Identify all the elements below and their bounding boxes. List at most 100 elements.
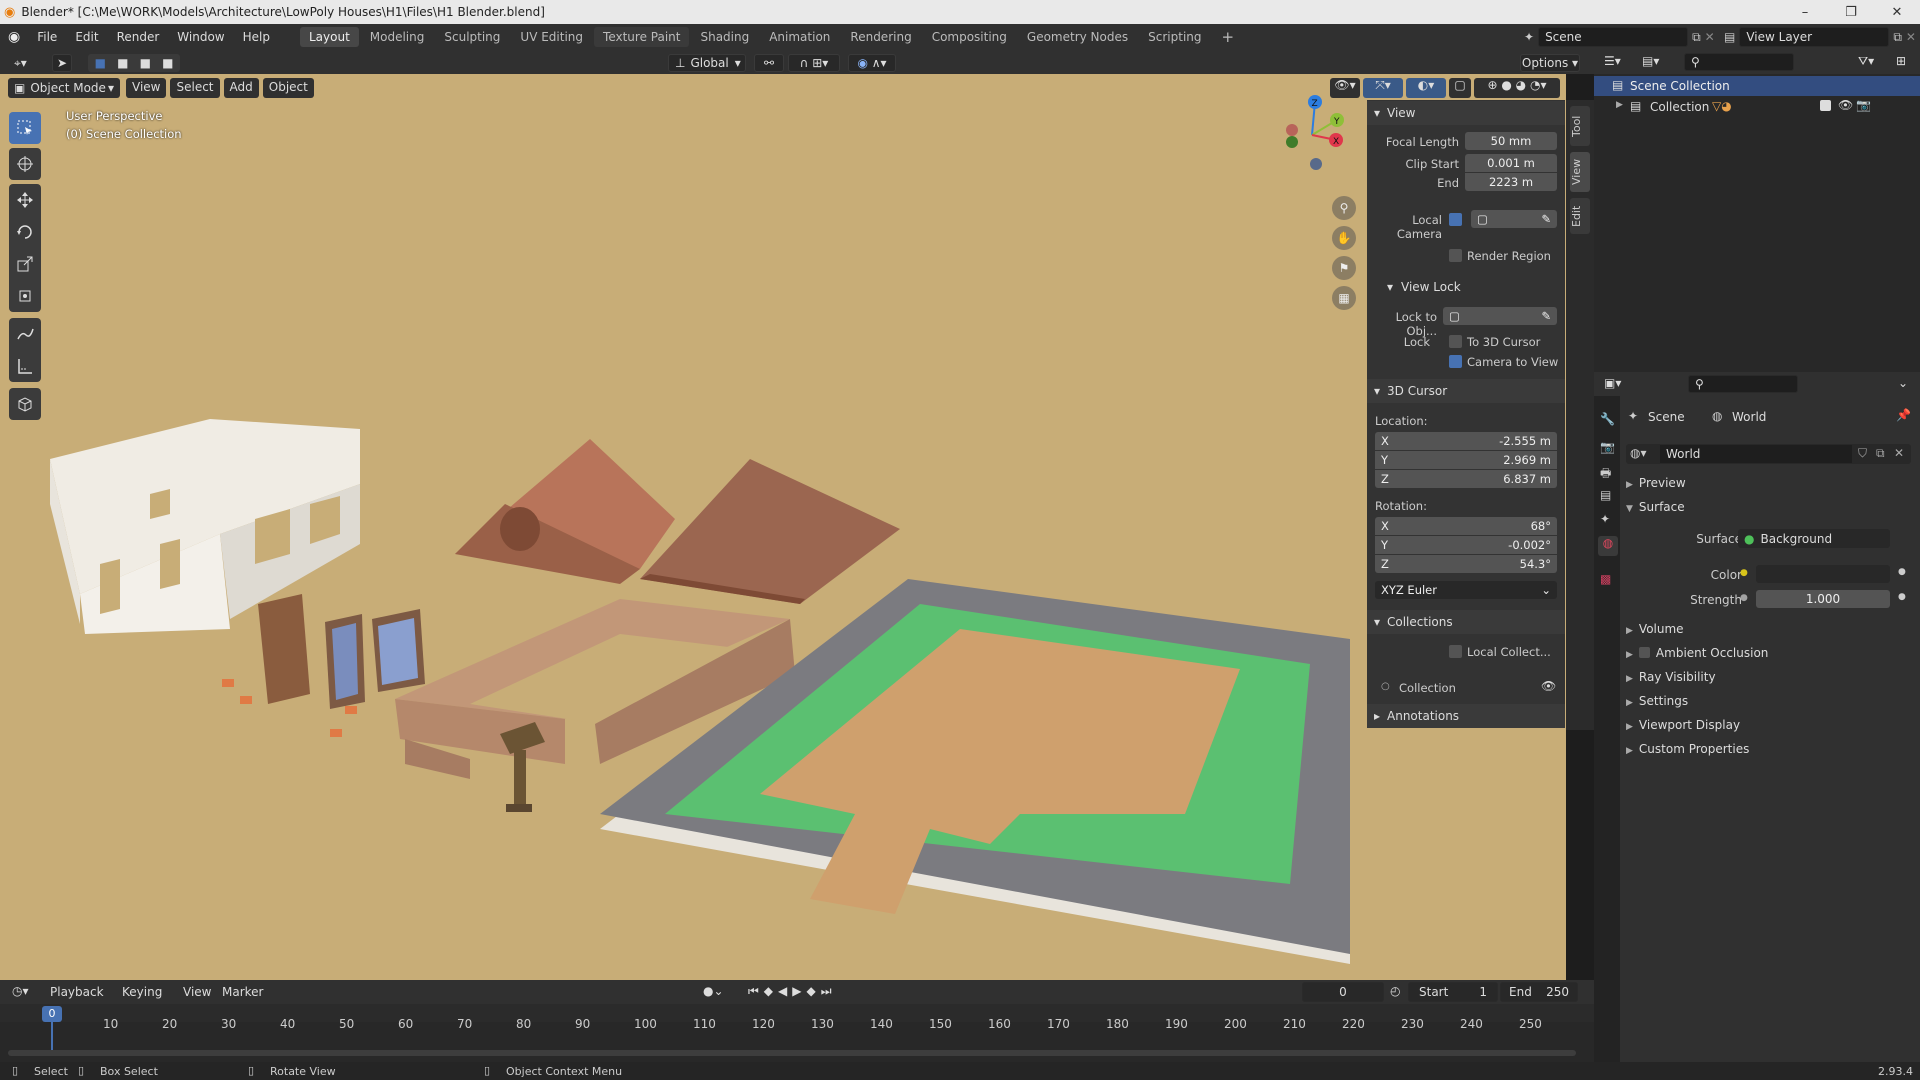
filter-icon[interactable]: ⛛▾	[1858, 54, 1874, 69]
exclude-checkbox[interactable]	[1820, 100, 1831, 111]
annotate-tool-icon[interactable]	[9, 318, 41, 350]
editor-type-icon[interactable]: ⌖▾	[8, 54, 40, 72]
pin-icon[interactable]: 📌	[1896, 408, 1911, 422]
cursor-tool-icon[interactable]	[9, 148, 41, 180]
snap-toggle-icon[interactable]: ∩ ⊞▾	[788, 54, 840, 72]
render-region-checkbox[interactable]	[1449, 249, 1462, 262]
scene-field[interactable]: Scene	[1538, 27, 1689, 47]
cursor-location-y-field[interactable]: Y 2.969 m	[1375, 451, 1557, 469]
add-cube-tool-icon[interactable]	[9, 388, 41, 420]
end-frame-field[interactable]: End 250	[1500, 982, 1578, 1002]
rotate-tool-icon[interactable]	[9, 216, 41, 248]
timeline-menu-playback[interactable]: Playback	[50, 985, 104, 999]
cursor-rotation-x-field[interactable]: X 68°	[1375, 517, 1557, 535]
sidebar-tab-view[interactable]: View	[1570, 152, 1590, 192]
outliner-row-collection[interactable]: ▶ ▤ Collection ▽◕ 👁 📷	[1594, 97, 1920, 117]
section-preview[interactable]: ▶ Preview	[1626, 476, 1686, 490]
clip-end-field[interactable]: 2223 m	[1465, 173, 1557, 191]
scale-tool-icon[interactable]	[9, 248, 41, 280]
texture-tab-icon[interactable]: ▩	[1600, 572, 1611, 586]
viewport-menu-select[interactable]: Select	[170, 78, 220, 98]
start-frame-field[interactable]: Start 1	[1408, 982, 1498, 1002]
focal-length-field[interactable]: 50 mm	[1465, 132, 1557, 150]
workspace-tab-sculpting[interactable]: Sculpting	[435, 27, 509, 47]
world-tab-icon[interactable]: ◍	[1598, 536, 1618, 556]
collection-item-label[interactable]: Collection	[1399, 681, 1456, 695]
collections-section-header[interactable]: ▾ Collections	[1367, 610, 1565, 634]
delete-view-layer-icon[interactable]: ✕	[1906, 30, 1916, 44]
new-scene-icon[interactable]: ⧉	[1692, 30, 1701, 45]
view-layer-tab-icon[interactable]: ▤	[1600, 488, 1611, 502]
pan-hand-icon[interactable]: ✋	[1332, 226, 1356, 250]
output-tab-icon[interactable]: 🖶	[1600, 464, 1611, 485]
3d-cursor-section-header[interactable]: ▾ 3D Cursor	[1367, 379, 1565, 403]
cursor-location-x-field[interactable]: X -2.555 m	[1375, 432, 1557, 450]
timeline-editor-icon[interactable]: ◷▾	[12, 984, 29, 998]
select-box-tool-icon[interactable]	[9, 112, 41, 144]
workspace-tab-shading[interactable]: Shading	[691, 27, 758, 47]
view-section-header[interactable]: ▾ View	[1367, 101, 1565, 125]
menu-window[interactable]: Window	[168, 24, 233, 50]
lock-to-object-field[interactable]: ▢ ✎	[1443, 307, 1557, 325]
maximize-button[interactable]: ❐	[1828, 0, 1874, 24]
workspace-tab-scripting[interactable]: Scripting	[1139, 27, 1210, 47]
eye-icon[interactable]: 👁	[1838, 98, 1853, 112]
sidebar-tab-edit[interactable]: Edit	[1570, 198, 1590, 234]
outliner-search-input[interactable]: ⚲	[1684, 53, 1794, 71]
menu-edit[interactable]: Edit	[66, 24, 107, 50]
section-custom-properties[interactable]: ▶ Custom Properties	[1626, 742, 1749, 756]
clock-icon[interactable]: ◴	[1390, 984, 1400, 998]
new-collection-icon[interactable]: ⊞	[1896, 54, 1906, 68]
record-icon[interactable]: ●⌄	[703, 984, 724, 998]
sidebar-tab-tool[interactable]: Tool	[1570, 106, 1590, 146]
overlay-toggle-icon[interactable]: ◐▾	[1406, 78, 1446, 98]
transform-orientation-dropdown[interactable]: ⊥ Global ▾	[668, 54, 746, 72]
menu-help[interactable]: Help	[234, 24, 279, 50]
add-workspace-button[interactable]: +	[1213, 27, 1244, 47]
eye-icon[interactable]: 👁	[1541, 679, 1556, 693]
workspace-tab-texture-paint[interactable]: Texture Paint	[594, 27, 690, 47]
annotations-section-header[interactable]: ▸ Annotations	[1367, 704, 1565, 728]
select-tool-icon[interactable]: ➤	[52, 54, 72, 72]
viewport-menu-view[interactable]: View	[126, 78, 167, 98]
workspace-tab-layout[interactable]: Layout	[299, 27, 359, 47]
keyframe-dot-icon[interactable]: ●	[1898, 592, 1906, 602]
local-collections-checkbox[interactable]	[1449, 645, 1462, 658]
proportional-edit-icon[interactable]: ◉ ∧▾	[848, 54, 896, 72]
cursor-rotation-z-field[interactable]: Z 54.3°	[1375, 555, 1557, 573]
timeline-menu-keying[interactable]: Keying	[122, 985, 162, 999]
strength-field[interactable]: 1.000	[1756, 590, 1890, 608]
timeline-menu-marker[interactable]: Marker	[222, 985, 263, 999]
keyframe-dot-icon[interactable]: ●	[1898, 567, 1906, 577]
blender-menu-icon[interactable]: ◉	[8, 29, 20, 45]
world-browse-icon[interactable]: ◍▾	[1630, 446, 1647, 460]
workspace-tab-geometry-nodes[interactable]: Geometry Nodes	[1018, 27, 1137, 47]
world-datablock-selector[interactable]: ◍▾ World ⛉ ⧉ ✕	[1626, 444, 1911, 464]
chevron-down-icon[interactable]: ⌄	[1898, 376, 1908, 390]
section-viewport-display[interactable]: ▶ Viewport Display	[1626, 718, 1740, 732]
rotation-mode-dropdown[interactable]: XYZ Euler ⌄	[1375, 581, 1557, 599]
local-camera-checkbox[interactable]	[1449, 213, 1462, 226]
playhead-indicator[interactable]: 0	[42, 1006, 62, 1022]
color-swatch[interactable]	[1756, 565, 1890, 583]
clip-start-field[interactable]: 0.001 m	[1465, 154, 1557, 172]
menu-render[interactable]: Render	[108, 24, 169, 50]
properties-editor-icon[interactable]: ▣▾	[1604, 376, 1621, 390]
scene-tab-icon[interactable]: ✦	[1600, 512, 1610, 526]
options-dropdown[interactable]: Options ▾	[1520, 54, 1580, 72]
select-mode-buttons[interactable]: ■ ■ ■ ■	[88, 54, 180, 72]
object-mode-dropdown[interactable]: ▣ Object Mode ▾	[8, 78, 120, 98]
viewport-menu-add[interactable]: Add	[223, 78, 259, 98]
ortho-grid-icon[interactable]: ▦	[1332, 286, 1356, 310]
world-name-field[interactable]: World	[1660, 445, 1852, 463]
gizmo-toggle-icon[interactable]: ⤧▾	[1363, 78, 1403, 98]
delete-scene-icon[interactable]: ✕	[1705, 30, 1715, 44]
section-ray-visibility[interactable]: ▶ Ray Visibility	[1626, 670, 1716, 684]
section-settings[interactable]: ▶ Settings	[1626, 694, 1688, 708]
zoom-icon[interactable]: ⚲	[1332, 196, 1356, 220]
camera-to-view-checkbox[interactable]	[1449, 355, 1462, 368]
view-layer-icon[interactable]: ▤	[1724, 30, 1735, 44]
section-surface[interactable]: ▼ Surface	[1626, 500, 1685, 514]
xray-icon[interactable]: ▢	[1449, 78, 1471, 98]
workspace-tab-animation[interactable]: Animation	[760, 27, 839, 47]
